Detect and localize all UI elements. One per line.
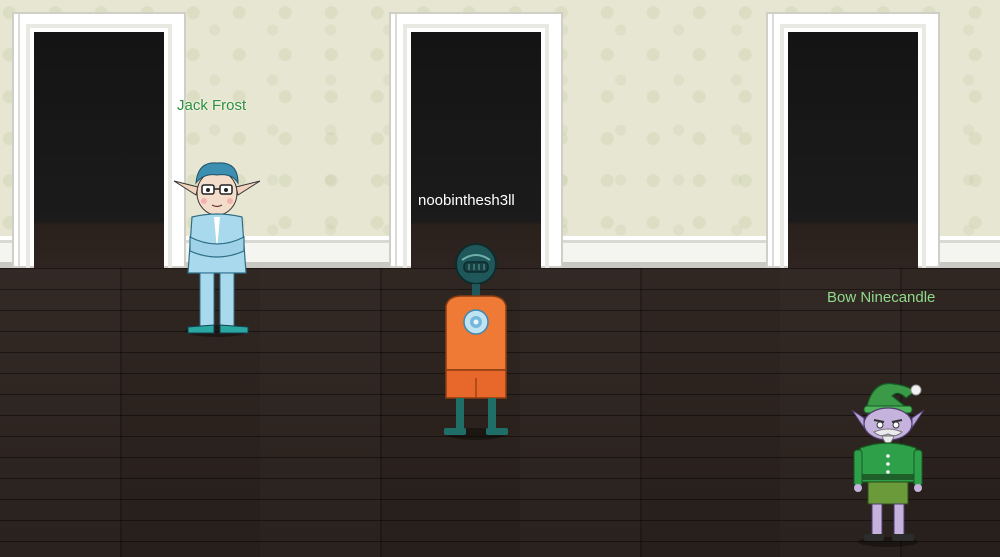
character-bow-ninecandle[interactable] [848,376,928,548]
game-scene[interactable]: Jack Frost noobinthesh3ll Bow Ninecandle [0,0,1000,557]
nametag-jack-frost: Jack Frost [177,97,247,114]
character-player-avatar[interactable] [436,238,516,443]
doorway-center[interactable] [389,12,563,268]
nametag-player: noobinthesh3ll [418,192,515,209]
doorway-right[interactable] [766,12,940,268]
doorway-left[interactable] [12,12,186,268]
character-jack-frost[interactable] [170,155,265,340]
nametag-bow-ninecandle: Bow Ninecandle [827,289,936,306]
